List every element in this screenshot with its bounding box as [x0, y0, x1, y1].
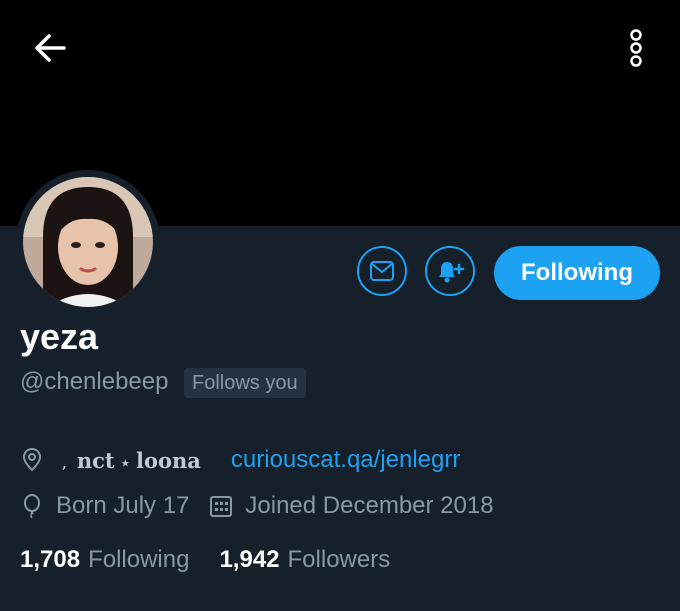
username-handle: @chenlebeep	[20, 368, 169, 395]
location-separator: ⋆	[120, 453, 131, 472]
following-button-label: Following	[521, 259, 633, 286]
bell-plus-icon	[439, 262, 465, 283]
arrow-left-icon	[35, 34, 66, 62]
following-stat[interactable]: 1,708 Following	[20, 546, 189, 574]
profile-meta-row-1: ‚ nct ⋆ loona curiouscat.qa/jenlegrr	[20, 446, 460, 474]
envelope-icon	[370, 261, 394, 281]
location-part-1: nct	[76, 447, 115, 473]
profile-avatar	[23, 177, 153, 307]
calendar-icon	[209, 494, 233, 518]
follow-stats: 1,708 Following 1,942 Followers	[20, 546, 390, 574]
message-button[interactable]	[357, 246, 407, 296]
balloon-icon	[20, 494, 44, 518]
location-pin-icon	[20, 448, 44, 472]
followers-count: 1,942	[219, 546, 280, 573]
follows-you-badge: Follows you	[184, 368, 306, 398]
display-name: yeza	[20, 316, 99, 357]
back-button[interactable]	[30, 28, 70, 68]
followers-stat[interactable]: 1,942 Followers	[219, 546, 390, 574]
following-label: Following	[88, 546, 190, 573]
following-button[interactable]: Following	[494, 246, 660, 300]
more-options-button[interactable]	[616, 24, 656, 72]
avatar	[23, 177, 153, 307]
joined-date-text: Joined December 2018	[245, 492, 494, 519]
notifications-button[interactable]	[425, 246, 475, 296]
avatar-container[interactable]	[16, 170, 160, 314]
location-text: ‚ nct ⋆ loona	[62, 448, 201, 473]
birthday-text: Born July 17	[56, 492, 190, 519]
website-link[interactable]: curiouscat.qa/jenlegrr	[231, 446, 460, 474]
location-prefix: ‚	[62, 455, 67, 472]
more-vertical-icon	[630, 29, 642, 67]
profile-meta-row-2: Born July 17 Joined December 2018	[20, 492, 494, 520]
following-count: 1,708	[20, 546, 81, 573]
location-part-2: loona	[136, 447, 201, 473]
followers-label: Followers	[287, 546, 391, 573]
